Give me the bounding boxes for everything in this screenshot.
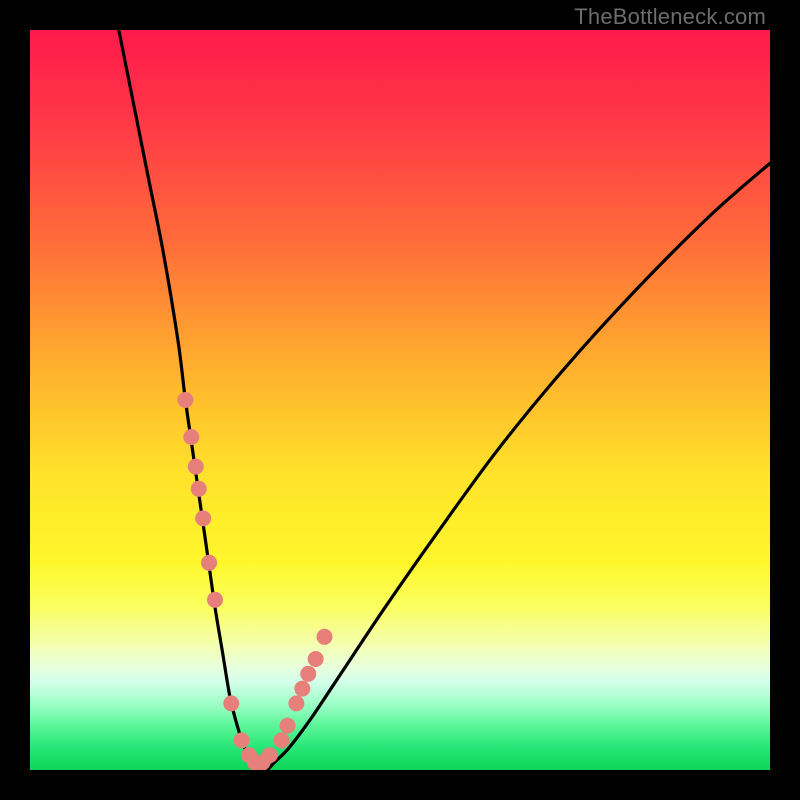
sample-point xyxy=(262,747,278,763)
sample-point xyxy=(191,481,207,497)
sample-point xyxy=(201,555,217,571)
sample-points-group xyxy=(177,392,332,770)
sample-point xyxy=(234,732,250,748)
sample-point xyxy=(188,459,204,475)
sample-point xyxy=(317,629,333,645)
chart-overlay xyxy=(30,30,770,770)
sample-point xyxy=(274,732,290,748)
sample-point xyxy=(288,695,304,711)
sample-point xyxy=(195,510,211,526)
sample-point xyxy=(300,666,316,682)
sample-point xyxy=(280,718,296,734)
attribution-label: TheBottleneck.com xyxy=(574,4,766,30)
chart-frame xyxy=(30,30,770,770)
sample-point xyxy=(294,681,310,697)
sample-point xyxy=(177,392,193,408)
bottleneck-curve xyxy=(119,30,770,770)
sample-point xyxy=(183,429,199,445)
sample-point xyxy=(223,695,239,711)
sample-point xyxy=(207,592,223,608)
sample-point xyxy=(308,651,324,667)
